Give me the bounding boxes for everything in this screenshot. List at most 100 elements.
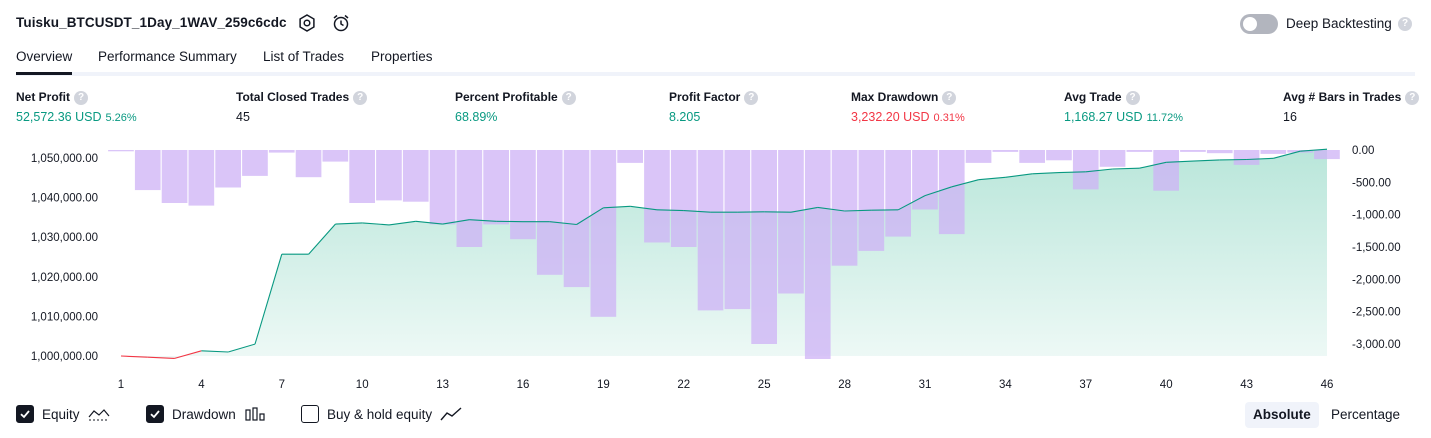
drawdown-bar — [1099, 150, 1126, 167]
equity-checkbox[interactable] — [16, 405, 34, 423]
metric-percent: 5.26% — [105, 111, 137, 124]
drawdown-bar — [456, 150, 483, 247]
tab-performance-summary[interactable]: Performance Summary — [98, 49, 237, 64]
metric-label: Percent Profitable? — [455, 90, 576, 105]
tab-overview[interactable]: Overview — [16, 49, 73, 75]
legend-label: Drawdown — [172, 406, 236, 422]
metric-label: Profit Factor? — [669, 90, 759, 105]
drawdown-bar — [938, 150, 965, 235]
drawdown-bar — [188, 150, 215, 206]
equity-tick-label: 1,010,000.00 — [31, 311, 98, 323]
drawdown-bar — [295, 150, 322, 178]
metric-avg-bars-in-trades: Avg # Bars in Trades? 16 — [1283, 90, 1420, 124]
metrics-row: Net Profit? 52,572.36 USD 5.26% Total Clo… — [0, 90, 1431, 130]
percentage-mode-button[interactable]: Percentage — [1323, 402, 1408, 428]
metric-max-drawdown: Max Drawdown? 3,232.20 USD 0.31% — [851, 90, 965, 124]
metric-percent-profitable: Percent Profitable? 68.89% — [455, 90, 576, 124]
alarm-clock-icon[interactable] — [331, 13, 351, 33]
legend-drawdown[interactable]: Drawdown — [146, 404, 266, 424]
metric-avg-trade: Avg Trade? 1,168.27 USD 11.72% — [1064, 90, 1183, 124]
metric-help-icon[interactable]: ? — [561, 90, 576, 105]
absolute-mode-button[interactable]: Absolute — [1245, 402, 1319, 428]
metric-value: 3,232.20 USD 0.31% — [851, 109, 965, 124]
equity-tick-label: 1,000,000.00 — [31, 351, 98, 363]
metric-value: 45 — [236, 109, 250, 124]
drawdown-bar — [644, 150, 670, 243]
drawdown-bar — [965, 150, 992, 163]
metric-help-icon[interactable]: ? — [353, 90, 368, 105]
drawdown-bar — [483, 150, 509, 225]
drawdown-bar — [831, 150, 858, 266]
equity-tick-label: 1,050,000.00 — [31, 153, 98, 165]
drawdown-bar — [992, 150, 1019, 152]
drawdown-bar — [242, 150, 268, 176]
tab-list-of-trades[interactable]: List of Trades — [263, 49, 344, 64]
drawdown-bar — [402, 150, 429, 202]
drawdown-tick-label: -2,500.00 — [1352, 307, 1401, 319]
legend-equity[interactable]: Equity — [16, 404, 110, 424]
deep-backtesting-help-icon[interactable]: ? — [1398, 17, 1412, 31]
drawdown-bar — [1260, 150, 1287, 154]
drawdown-bar — [429, 150, 456, 225]
drawdown-bar — [376, 150, 402, 201]
drawdown-bar — [510, 150, 536, 240]
legend-buy-hold-equity[interactable]: Buy & hold equity — [301, 404, 462, 424]
x-tick-label: 19 — [597, 379, 610, 391]
drawdown-bar — [161, 150, 188, 203]
metric-help-icon[interactable]: ? — [942, 90, 957, 105]
drawdown-bar — [1314, 150, 1340, 160]
drawdown-y-axis: 0.00 -500.00 -1,000.00 -1,500.00 -2,000.00 -2… — [1352, 145, 1401, 351]
x-tick-label: 13 — [436, 379, 449, 391]
drawdown-bar — [108, 150, 134, 152]
metric-label: Total Closed Trades? — [236, 90, 368, 105]
chart-canvas: 1,000,000.00 1,010,000.00 1,020,000.00 1,03… — [31, 145, 1401, 391]
metric-total-closed-trades: Total Closed Trades? 45 — [236, 90, 368, 124]
x-tick-label: 40 — [1160, 379, 1173, 391]
drawdown-tick-label: -1,000.00 — [1352, 210, 1401, 222]
drawdown-tick-label: -2,000.00 — [1352, 274, 1401, 286]
buy-hold-checkbox[interactable] — [301, 405, 319, 423]
equity-tick-label: 1,040,000.00 — [31, 193, 98, 205]
drawdown-checkbox[interactable] — [146, 405, 164, 423]
drawdown-bar — [670, 150, 697, 247]
deep-backtesting-toggle[interactable] — [1240, 14, 1278, 34]
metric-value: 1,168.27 USD 11.72% — [1064, 109, 1184, 124]
metric-label: Net Profit? — [16, 90, 137, 105]
metric-percent: 0.31% — [933, 111, 965, 124]
metric-label: Avg Trade? — [1064, 90, 1183, 105]
x-tick-label: 22 — [677, 379, 690, 391]
drawdown-bar — [1153, 150, 1179, 191]
settings-gear-icon[interactable] — [297, 13, 317, 33]
equity-icon — [88, 409, 109, 421]
x-tick-label: 34 — [999, 379, 1012, 391]
drawdown-bar — [1180, 150, 1206, 152]
metric-help-icon[interactable]: ? — [744, 90, 759, 105]
drawdown-bars-icon — [245, 407, 265, 421]
trade-number-x-axis: 1 4 7 10 13 16 19 22 25 28 31 34 37 40 43 46 — [118, 379, 1334, 391]
equity-drawdown-chart[interactable]: 1,000,000.00 1,010,000.00 1,020,000.00 1,03… — [0, 140, 1431, 395]
metric-label: Avg # Bars in Trades? — [1283, 90, 1420, 105]
x-tick-label: 10 — [356, 379, 369, 391]
toggle-knob — [1243, 17, 1257, 31]
drawdown-bar — [590, 150, 617, 317]
drawdown-bar — [349, 150, 375, 203]
metric-help-icon[interactable]: ? — [1405, 90, 1420, 105]
x-tick-label: 43 — [1240, 379, 1253, 391]
drawdown-bar — [778, 150, 804, 294]
metric-value: 8.205 — [669, 109, 701, 124]
equity-y-axis: 1,000,000.00 1,010,000.00 1,020,000.00 1,03… — [31, 153, 98, 363]
metric-help-icon[interactable]: ? — [74, 90, 88, 105]
x-tick-label: 25 — [758, 379, 771, 391]
metric-percent: 11.72% — [1146, 111, 1184, 124]
tab-properties[interactable]: Properties — [371, 49, 433, 64]
drawdown-bar — [751, 150, 777, 344]
legend-label: Buy & hold equity — [327, 406, 433, 422]
drawdown-bar — [1233, 150, 1260, 165]
metric-help-icon[interactable]: ? — [1125, 90, 1140, 105]
drawdown-bar — [322, 150, 349, 162]
strategy-name: Tuisku_BTCUSDT_1Day_1WAV_259c6cdc — [16, 15, 287, 30]
drawdown-bar — [1072, 150, 1099, 190]
drawdown-bar — [1126, 150, 1153, 152]
x-tick-label: 7 — [279, 379, 285, 391]
legend-label: Equity — [42, 406, 80, 422]
